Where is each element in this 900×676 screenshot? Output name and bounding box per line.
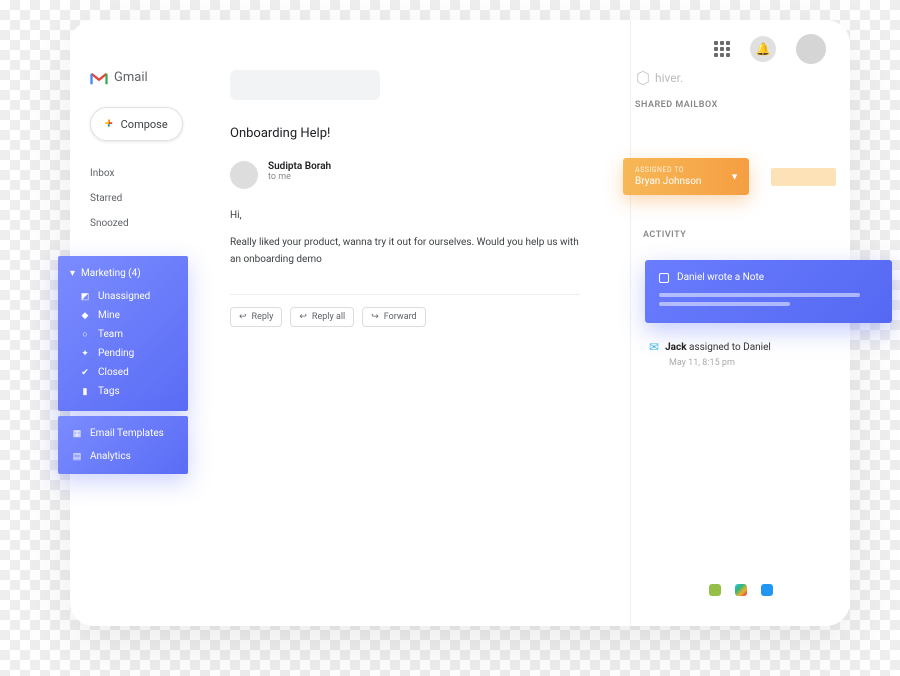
- template-icon: ▦: [72, 429, 82, 439]
- reply-all-button[interactable]: ↩Reply all: [290, 307, 354, 327]
- inbox-icon: ✉: [649, 340, 659, 354]
- gmail-brand-text: Gmail: [114, 70, 148, 85]
- chevron-down-icon: ▼: [730, 171, 739, 182]
- integration-shopify-icon[interactable]: [709, 584, 721, 596]
- marketing-item-tags[interactable]: ▮Tags: [58, 382, 188, 401]
- marketing-item-unassigned[interactable]: ◩Unassigned: [58, 287, 188, 306]
- compose-button[interactable]: + Compose: [90, 107, 183, 141]
- marketing-item-closed[interactable]: ✔Closed: [58, 363, 188, 382]
- marketing-label: Marketing (4): [81, 268, 141, 279]
- reply-all-icon: ↩: [299, 312, 307, 322]
- gmail-logo: Gmail: [90, 70, 184, 85]
- analytics-icon: ▤: [72, 452, 82, 462]
- marketing-item-pending[interactable]: ✦Pending: [58, 344, 188, 363]
- extras-item-email-templates[interactable]: ▦Email Templates: [58, 422, 188, 445]
- unassigned-icon: ◩: [80, 292, 90, 302]
- reply-button[interactable]: ↩Reply: [230, 307, 282, 327]
- sidebar-item-starred[interactable]: Starred: [90, 186, 184, 211]
- chevron-down-icon: ▾: [70, 268, 75, 279]
- search-input[interactable]: [230, 70, 380, 100]
- note-card[interactable]: Daniel wrote a Note: [645, 260, 892, 323]
- assigned-to-caption: ASSIGNED TO: [635, 166, 709, 174]
- team-icon: ○: [80, 330, 90, 340]
- hiver-brand-text: hiver.: [655, 71, 683, 85]
- body-content: Really liked your product, wanna try it …: [230, 234, 580, 268]
- compose-label: Compose: [121, 118, 168, 131]
- assigned-to-value: Bryan Johnson: [635, 176, 709, 187]
- activity-time: May 11, 8:15 pm: [669, 358, 771, 368]
- activity-actor: Jack: [665, 342, 687, 353]
- sidebar-item-snoozed[interactable]: Snoozed: [90, 211, 184, 236]
- closed-icon: ✔: [80, 368, 90, 378]
- reply-icon: ↩: [239, 312, 247, 322]
- assigned-to-dropdown[interactable]: ASSIGNED TO Bryan Johnson ▼: [623, 158, 749, 195]
- sender-avatar: [230, 161, 258, 189]
- plus-icon: +: [105, 116, 113, 132]
- activity-item: ✉ Jack assigned to Daniel May 11, 8:15 p…: [649, 340, 771, 368]
- marketing-panel: ▾ Marketing (4) ◩Unassigned ◆Mine ○Team …: [58, 256, 188, 411]
- sender-name: Sudipta Borah: [268, 161, 331, 172]
- marketing-item-team[interactable]: ○Team: [58, 325, 188, 344]
- integration-slack-icon[interactable]: [735, 584, 747, 596]
- activity-action: assigned to Daniel: [687, 342, 771, 353]
- marketing-item-mine[interactable]: ◆Mine: [58, 306, 188, 325]
- pending-icon: ✦: [80, 349, 90, 359]
- marketing-header[interactable]: ▾ Marketing (4): [58, 266, 188, 287]
- shared-mailbox-label: SHARED MAILBOX: [635, 100, 834, 110]
- extras-panel: ▦Email Templates ▤Analytics: [58, 416, 188, 474]
- forward-button[interactable]: ↪Forward: [362, 307, 425, 327]
- note-icon: [659, 273, 669, 283]
- mine-icon: ◆: [80, 311, 90, 321]
- activity-label: ACTIVITY: [643, 230, 838, 240]
- note-preview-lines: [659, 293, 878, 306]
- sender-recipient: to me: [268, 172, 331, 182]
- email-subject: Onboarding Help!: [230, 126, 610, 141]
- forward-icon: ↪: [371, 312, 379, 322]
- note-text: Daniel wrote a Note: [677, 272, 764, 283]
- tags-icon: ▮: [80, 387, 90, 397]
- sidebar-item-inbox[interactable]: Inbox: [90, 161, 184, 186]
- hiver-logo: hiver.: [635, 70, 834, 86]
- status-pill[interactable]: [771, 168, 836, 186]
- divider: [230, 294, 580, 295]
- body-greeting: Hi,: [230, 207, 580, 224]
- extras-item-analytics[interactable]: ▤Analytics: [58, 445, 188, 468]
- integration-other-icon[interactable]: [761, 584, 773, 596]
